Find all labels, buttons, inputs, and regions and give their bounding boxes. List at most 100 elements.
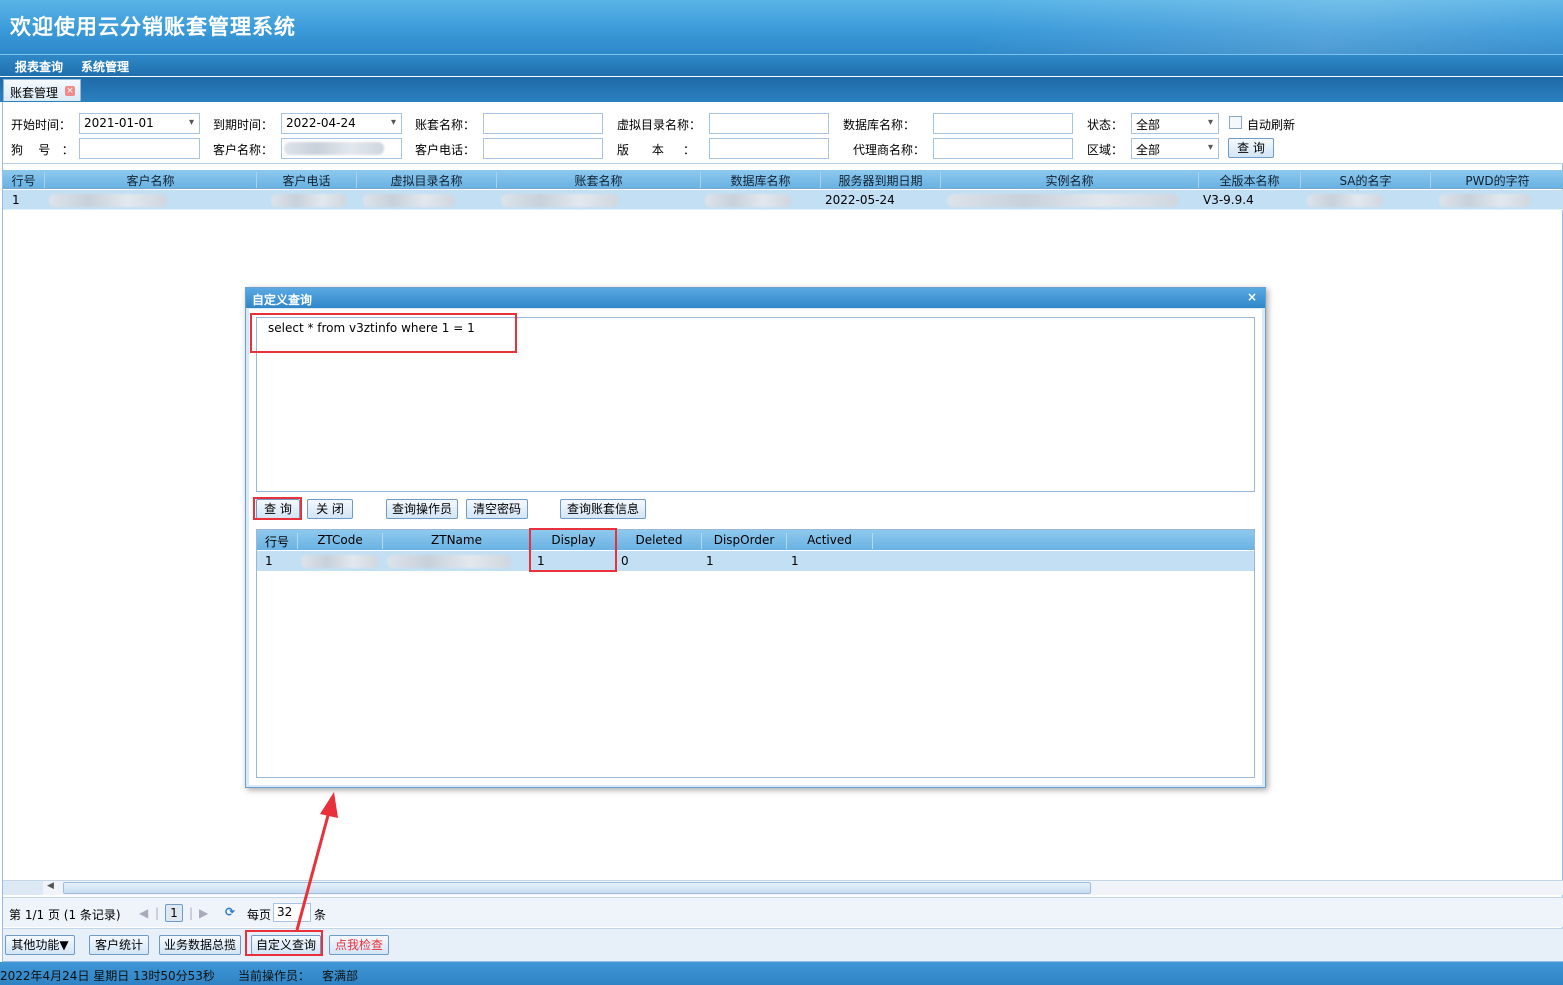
agent-name-input[interactable] — [933, 138, 1073, 159]
menu-item-reports[interactable]: 报表查询 — [15, 58, 63, 75]
column-header[interactable]: Display — [531, 533, 617, 549]
status-select[interactable]: 全部 — [1131, 113, 1219, 134]
dog-no-label: 狗 号 ： — [11, 143, 74, 157]
customer-name-label: 客户名称： — [213, 143, 274, 157]
dialog-title-bar[interactable]: 自定义查询 × — [246, 288, 1265, 308]
column-header[interactable]: 全版本名称 — [1199, 172, 1301, 188]
dog-no-input[interactable] — [79, 138, 200, 159]
per-page-label: 每页 — [247, 908, 272, 922]
close-icon[interactable]: × — [1247, 290, 1257, 304]
db-name-input[interactable] — [933, 113, 1073, 134]
other-functions-button[interactable]: 其他功能▼ — [5, 935, 75, 955]
column-header[interactable]: PWD的字符 — [1431, 172, 1563, 188]
expire-time-value: 2022-04-24 — [286, 116, 356, 130]
blurred-cell — [1307, 194, 1383, 207]
full-version-cell: V3-9.9.4 — [1203, 193, 1254, 207]
column-header[interactable]: 账套名称 — [497, 172, 701, 188]
column-header[interactable]: 客户名称 — [45, 172, 257, 188]
dialog-title: 自定义查询 — [252, 293, 313, 307]
custom-query-button[interactable]: 自定义查询 — [251, 935, 321, 955]
blurred-cell — [705, 194, 791, 207]
prev-page-icon[interactable]: ◀ — [139, 906, 148, 920]
tab-bar: 账套管理 × — [0, 77, 1563, 102]
current-page-box[interactable]: 1 — [165, 904, 183, 922]
column-header[interactable]: Deleted — [617, 533, 702, 549]
result-grid: 行号 ZTCode ZTName Display Deleted DispOrd… — [256, 529, 1255, 778]
column-header[interactable]: ZTName — [383, 533, 531, 549]
bottom-toolbar: 其他功能▼ 客户统计 业务数据总揽 自定义查询 点我检查 — [3, 928, 1563, 961]
separator: | — [189, 906, 194, 920]
operator-label: 当前操作员： — [238, 969, 311, 983]
auto-refresh-checkbox[interactable] — [1229, 116, 1242, 129]
db-name-label: 数据库名称： — [843, 118, 916, 132]
column-header[interactable]: ZTCode — [298, 533, 383, 549]
blurred-cell — [363, 194, 455, 207]
region-value: 全部 — [1136, 143, 1161, 157]
column-header[interactable]: 实例名称 — [941, 172, 1199, 188]
column-header[interactable]: 虚拟目录名称 — [357, 172, 497, 188]
customer-name-input[interactable] — [281, 138, 402, 159]
customer-phone-label: 客户电话： — [415, 143, 476, 157]
customer-phone-input[interactable] — [483, 138, 603, 159]
business-overview-button[interactable]: 业务数据总揽 — [159, 935, 241, 955]
menu-item-system[interactable]: 系统管理 — [81, 58, 129, 75]
column-header[interactable]: 客户电话 — [257, 172, 357, 188]
virtual-dir-input[interactable] — [709, 113, 829, 134]
query-account-button[interactable]: 查询账套信息 — [560, 499, 646, 519]
clear-password-button[interactable]: 清空密码 — [466, 499, 528, 519]
blurred-cell — [301, 555, 379, 568]
table-row[interactable]: 1 1 0 1 1 — [257, 551, 1254, 571]
status-bar: 2022年4月24日 星期日 13时50分53秒 当前操作员： 客满部 — [0, 962, 1563, 985]
page-info: 第 1/1 页 (1 条记录) — [9, 908, 121, 922]
query-operator-button[interactable]: 查询操作员 — [386, 499, 458, 519]
display-cell: 1 — [537, 554, 545, 568]
column-header[interactable]: 数据库名称 — [701, 172, 821, 188]
dialog-close-button[interactable]: 关 闭 — [307, 499, 353, 519]
sql-input[interactable] — [256, 317, 1255, 492]
column-header[interactable]: 行号 — [257, 533, 298, 549]
refresh-icon[interactable]: ⟳ — [225, 905, 235, 919]
per-page-input[interactable]: 32 — [273, 903, 311, 922]
scroll-left-icon[interactable]: ◀ — [47, 881, 54, 891]
start-time-label: 开始时间： — [11, 118, 72, 132]
scrollbar-thumb[interactable] — [63, 882, 1091, 894]
version-label: 版 本 ： — [617, 143, 695, 157]
start-time-picker[interactable]: 2021-01-01 — [79, 113, 200, 134]
version-input[interactable] — [709, 138, 829, 159]
query-button[interactable]: 查 询 — [1228, 138, 1274, 158]
next-page-icon[interactable]: ▶ — [199, 906, 208, 920]
account-name-label: 账套名称： — [415, 118, 476, 132]
check-button[interactable]: 点我检查 — [329, 935, 389, 955]
blurred-cell — [947, 194, 1179, 207]
disporder-cell: 1 — [706, 554, 714, 568]
customer-stats-button[interactable]: 客户统计 — [89, 935, 149, 955]
column-header[interactable]: 服务器到期日期 — [821, 172, 941, 188]
pager: 第 1/1 页 (1 条记录) ◀ | 1 | ▶ ⟳ 每页 32 条 — [3, 897, 1563, 927]
expire-time-picker[interactable]: 2022-04-24 — [281, 113, 402, 134]
operator-name: 客满部 — [322, 969, 359, 983]
auto-refresh-label: 自动刷新 — [1247, 118, 1296, 132]
scroll-gutter — [3, 880, 43, 895]
table-row[interactable]: 1 2022-05-24 V3-9.9.4 — [3, 190, 1563, 210]
grid-header: 行号 客户名称 客户电话 虚拟目录名称 账套名称 数据库名称 服务器到期日期 实… — [3, 170, 1563, 189]
blurred-cell — [49, 194, 167, 207]
column-header[interactable]: Actived — [787, 533, 873, 549]
per-page-unit: 条 — [314, 908, 327, 922]
start-time-value: 2021-01-01 — [84, 116, 154, 130]
column-header[interactable]: 行号 — [3, 172, 45, 188]
region-select[interactable]: 全部 — [1131, 138, 1219, 159]
per-page-value: 32 — [277, 905, 293, 919]
tab-account-management[interactable]: 账套管理 × — [3, 79, 81, 101]
row-number: 1 — [12, 193, 20, 207]
dialog-query-button[interactable]: 查 询 — [256, 499, 300, 519]
actived-cell: 1 — [791, 554, 799, 568]
separator: | — [155, 906, 160, 920]
status-value: 全部 — [1136, 118, 1161, 132]
blurred-value — [284, 142, 384, 155]
account-name-input[interactable] — [483, 113, 603, 134]
close-icon[interactable]: × — [65, 86, 75, 96]
virtual-dir-label: 虚拟目录名称： — [617, 118, 702, 132]
blurred-cell — [501, 194, 619, 207]
column-header[interactable]: SA的名字 — [1301, 172, 1431, 188]
column-header[interactable]: DispOrder — [702, 533, 787, 549]
